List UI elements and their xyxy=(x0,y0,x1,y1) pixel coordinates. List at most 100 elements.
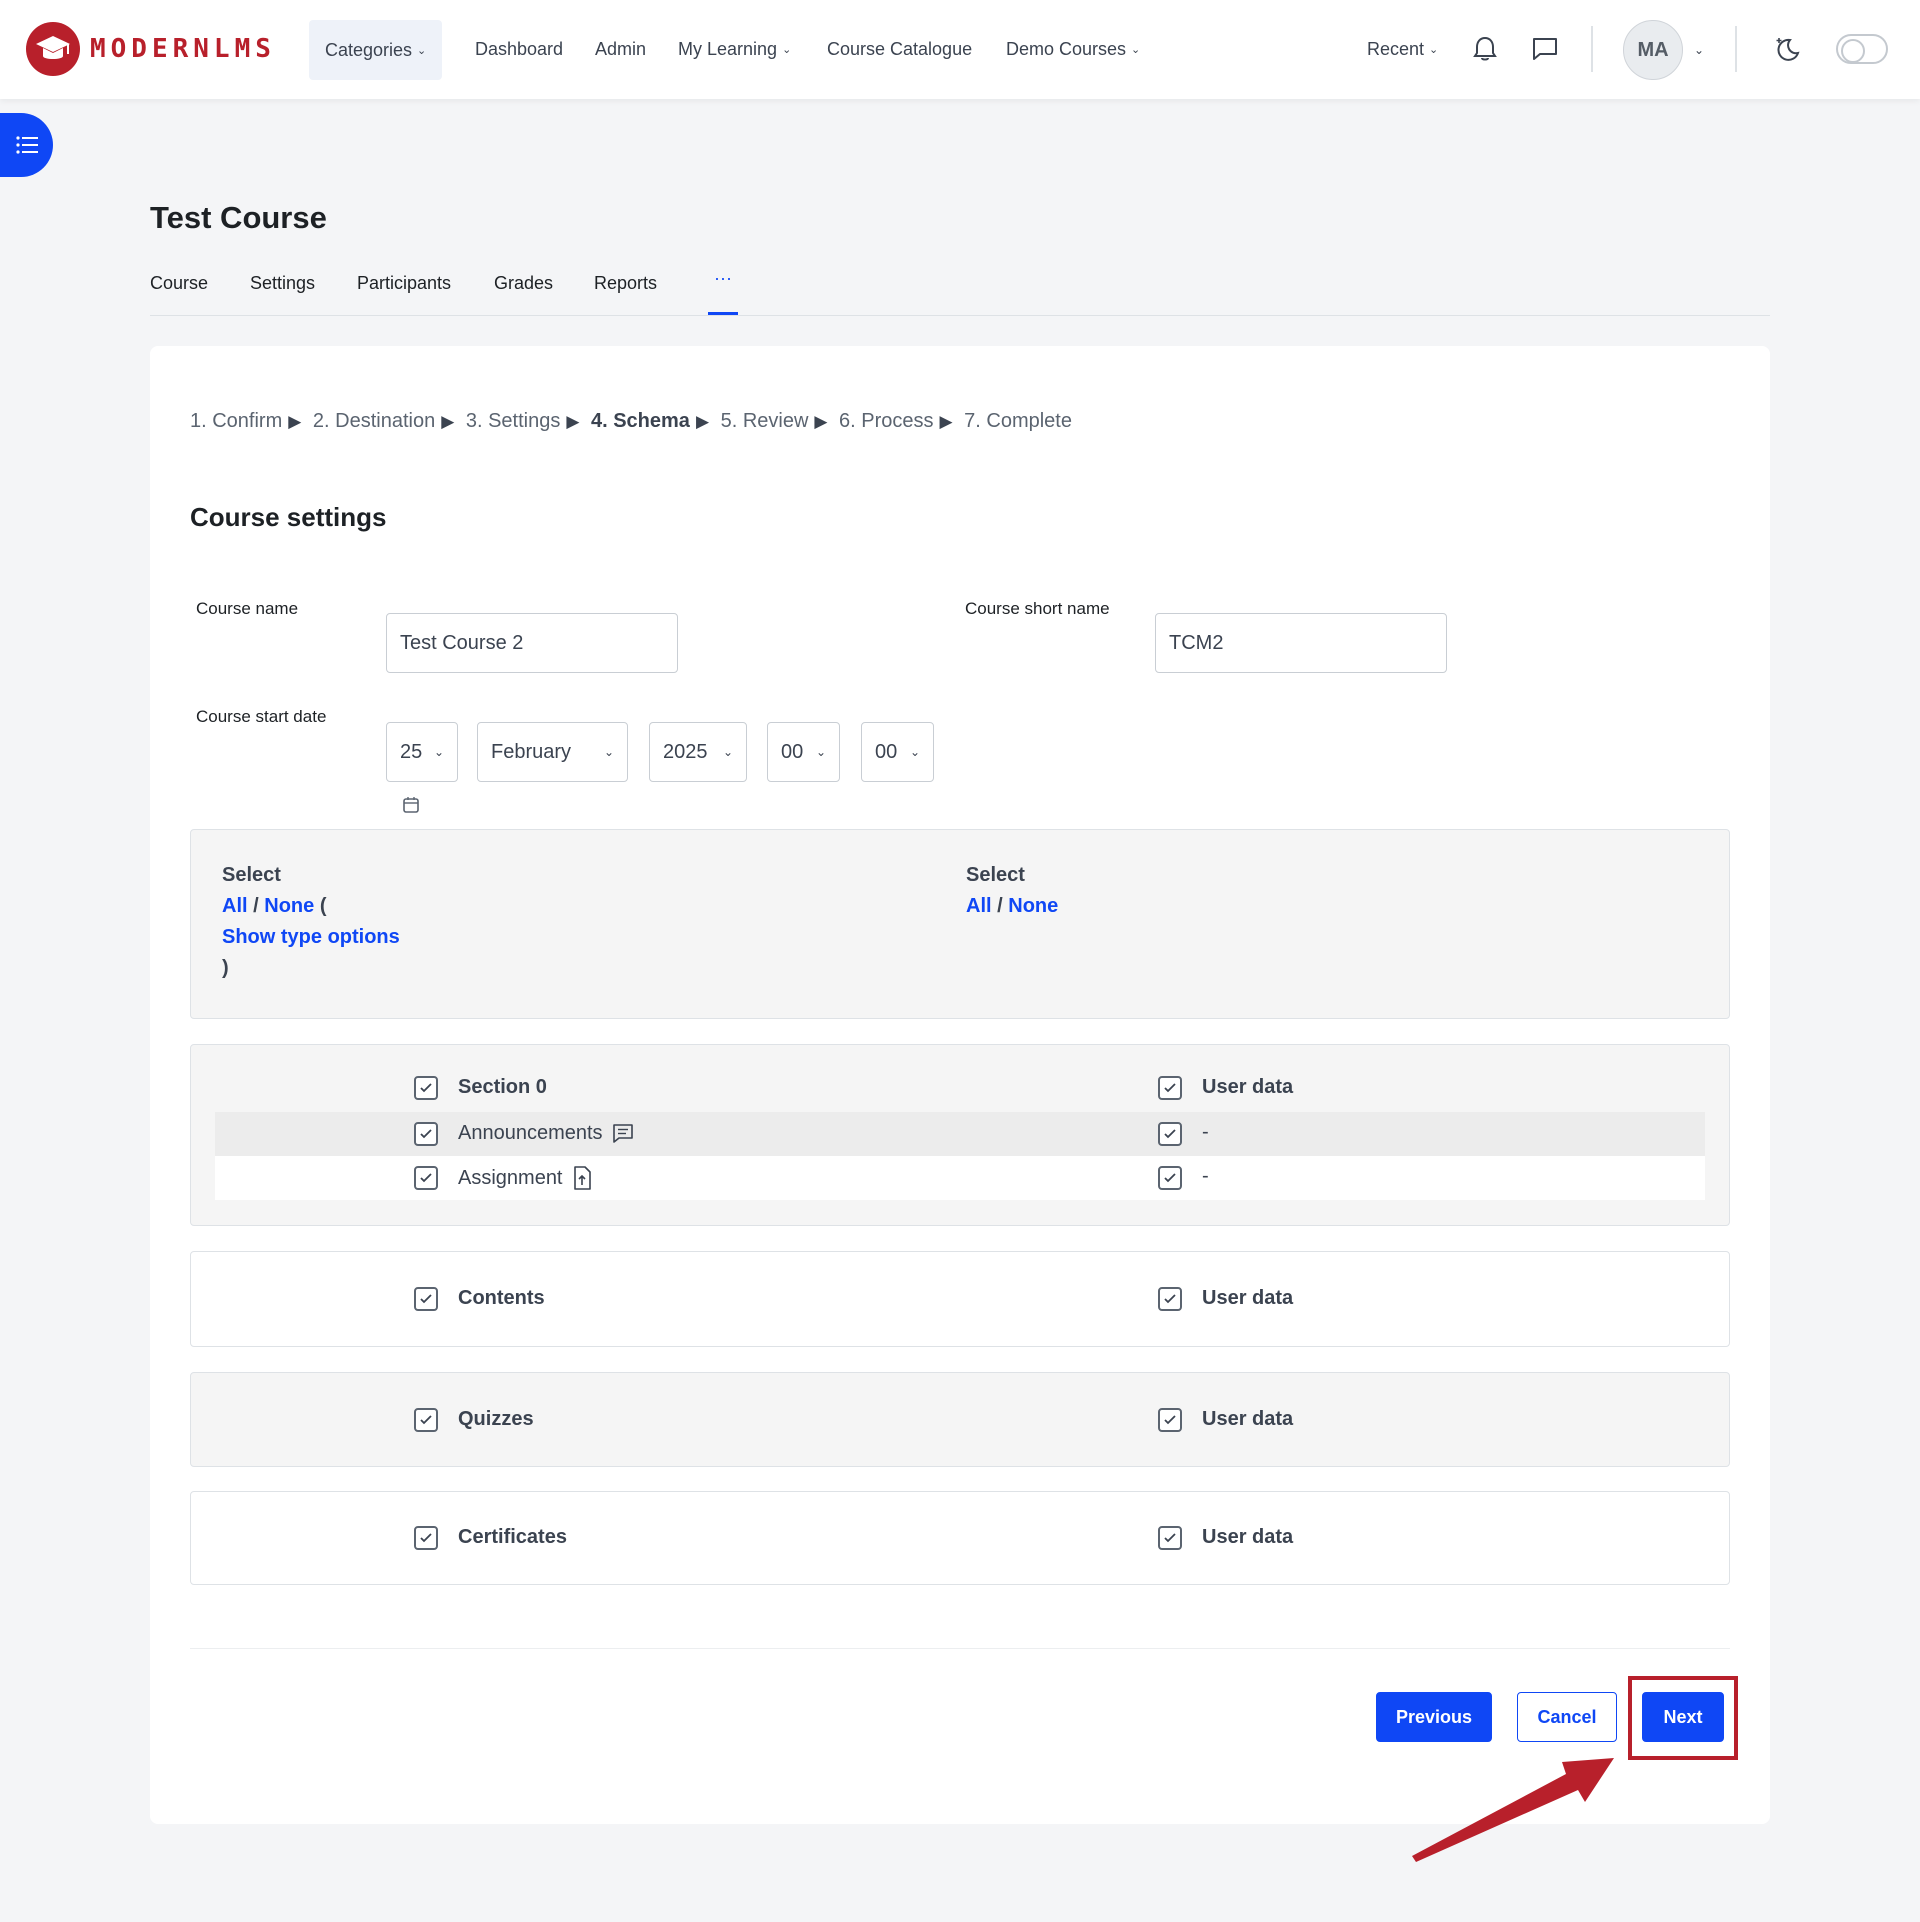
step-process: 6. Process xyxy=(839,410,934,432)
previous-button[interactable]: Previous xyxy=(1376,1692,1492,1742)
calendar-icon[interactable] xyxy=(402,796,420,814)
checkmark-icon xyxy=(420,1294,432,1304)
course-name-input[interactable] xyxy=(386,613,678,673)
brand-logo[interactable]: MODERNLMS xyxy=(26,22,276,76)
user-avatar[interactable]: MA xyxy=(1623,20,1683,80)
nav-categories[interactable]: Categories ⌄ xyxy=(309,20,443,80)
backup-schema-card: 1. Confirm ▶ 2. Destination ▶ 3. Settings ▶… xyxy=(150,346,1770,1824)
nav-admin-label: Admin xyxy=(595,39,647,59)
close-paren: ) xyxy=(222,957,229,979)
checkmark-icon xyxy=(420,1533,432,1543)
list-icon xyxy=(15,136,38,154)
nav-my-learning-label: My Learning xyxy=(678,39,778,59)
step-arrow-icon: ▶ xyxy=(939,412,953,431)
certificates-checkbox[interactable] xyxy=(414,1526,438,1550)
section-0-userdata-label: User data xyxy=(1202,1076,1294,1098)
select-left-group: Select All / None ( Show type options ) xyxy=(222,860,400,984)
assignment-text: Assignment xyxy=(458,1166,563,1189)
tab-course[interactable]: Course xyxy=(150,273,208,294)
course-name-label: Course name xyxy=(196,599,299,618)
announcements-checkbox[interactable] xyxy=(414,1122,438,1146)
progress-steps: 1. Confirm ▶ 2. Destination ▶ 3. Settings ▶… xyxy=(190,410,1072,433)
activity-row: Announcements - xyxy=(215,1112,1705,1156)
contents-title: Contents xyxy=(458,1287,545,1309)
start-year-select[interactable]: 2025 ⌄ xyxy=(649,722,747,782)
step-review: 5. Review xyxy=(720,410,809,432)
contents-userdata-label: User data xyxy=(1202,1287,1294,1309)
nav-demo-courses-label: Demo Courses xyxy=(1006,39,1127,59)
nav-my-learning[interactable]: My Learning ⌄ xyxy=(678,0,791,99)
nav-dashboard[interactable]: Dashboard xyxy=(475,0,563,99)
cancel-button[interactable]: Cancel xyxy=(1517,1692,1617,1742)
tab-more[interactable]: ··· xyxy=(708,268,738,315)
section-heading: Course settings xyxy=(190,502,387,532)
page-title: Test Course xyxy=(150,200,327,235)
show-type-options-link[interactable]: Show type options xyxy=(222,922,400,953)
tab-settings[interactable]: Settings xyxy=(250,273,315,294)
announcements-userdata-checkbox[interactable] xyxy=(1158,1122,1182,1146)
select-none-userdata-link[interactable]: None xyxy=(1008,895,1058,917)
step-arrow-icon: ▶ xyxy=(566,412,580,431)
start-month-select[interactable]: February ⌄ xyxy=(477,722,628,782)
bell-icon[interactable] xyxy=(1470,34,1500,64)
step-settings: 3. Settings xyxy=(465,410,561,432)
checkmark-icon xyxy=(420,1129,432,1139)
select-right-group: Select All / None xyxy=(966,860,1058,922)
course-tabs: Course Settings Participants Grades Repo… xyxy=(150,268,1770,316)
graduation-cap-logo-icon xyxy=(26,22,80,76)
nav-demo-courses[interactable]: Demo Courses ⌄ xyxy=(1006,0,1140,99)
section-quizzes-box: Quizzes User data xyxy=(190,1372,1730,1467)
checkmark-icon xyxy=(420,1083,432,1093)
course-index-toggle[interactable] xyxy=(0,113,53,177)
quizzes-checkbox[interactable] xyxy=(414,1408,438,1432)
user-menu-chevron-icon[interactable]: ⌄ xyxy=(1694,0,1704,99)
certificates-userdata-checkbox[interactable] xyxy=(1158,1526,1182,1550)
start-minute-select[interactable]: 00 ⌄ xyxy=(861,722,934,782)
nav-course-catalogue-label: Course Catalogue xyxy=(827,39,973,59)
quizzes-userdata-checkbox[interactable] xyxy=(1158,1408,1182,1432)
start-month-value: February xyxy=(491,740,572,763)
tab-reports[interactable]: Reports xyxy=(594,273,657,294)
section-0-checkbox[interactable] xyxy=(414,1076,438,1100)
assignment-icon xyxy=(573,1166,591,1190)
assignment-userdata-checkbox[interactable] xyxy=(1158,1166,1182,1190)
course-short-name-input[interactable] xyxy=(1155,613,1447,673)
section-certificates-box: Certificates User data xyxy=(190,1491,1730,1585)
start-hour-value: 00 xyxy=(781,740,804,763)
dark-mode-moon-icon[interactable] xyxy=(1772,34,1802,64)
section-0-title: Section 0 xyxy=(458,1076,547,1098)
select-all-userdata-link[interactable]: All xyxy=(966,895,992,917)
navbar-divider xyxy=(1591,26,1593,72)
form-footer-divider xyxy=(190,1648,1730,1649)
forum-icon xyxy=(612,1124,633,1143)
tab-participants[interactable]: Participants xyxy=(357,273,451,294)
start-hour-select[interactable]: 00 ⌄ xyxy=(767,722,840,782)
chat-icon[interactable] xyxy=(1530,34,1560,64)
theme-toggle[interactable] xyxy=(1836,34,1888,64)
nav-course-catalogue[interactable]: Course Catalogue xyxy=(827,0,972,99)
section-0-userdata-checkbox[interactable] xyxy=(1158,1076,1182,1100)
contents-checkbox[interactable] xyxy=(414,1287,438,1311)
select-all-none-box: Select All / None ( Show type options ) … xyxy=(190,829,1730,1019)
course-start-date-label: Course start date xyxy=(196,707,327,726)
open-paren: ( xyxy=(319,895,327,917)
contents-userdata-checkbox[interactable] xyxy=(1158,1287,1182,1311)
navbar-divider xyxy=(1735,26,1737,72)
nav-admin[interactable]: Admin xyxy=(595,0,646,99)
assignment-checkbox[interactable] xyxy=(414,1166,438,1190)
assignment-userdata-value: - xyxy=(1202,1165,1209,1187)
start-day-select[interactable]: 25 ⌄ xyxy=(386,722,458,782)
top-navbar: MODERNLMS Categories ⌄ Dashboard Admin My… xyxy=(0,0,1920,99)
chevron-down-icon: ⌄ xyxy=(782,44,792,56)
announcements-text: Announcements xyxy=(458,1121,603,1144)
slash-separator: / xyxy=(997,895,1003,917)
tab-grades[interactable]: Grades xyxy=(494,273,553,294)
step-arrow-icon: ▶ xyxy=(695,412,710,431)
checkmark-icon xyxy=(1164,1533,1176,1543)
chevron-down-icon: ⌄ xyxy=(433,745,444,759)
nav-recent[interactable]: Recent ⌄ xyxy=(1367,0,1438,99)
select-none-link[interactable]: None xyxy=(264,895,314,917)
nav-categories-label: Categories xyxy=(325,39,413,60)
start-year-value: 2025 xyxy=(663,740,708,763)
select-all-link[interactable]: All xyxy=(222,895,248,917)
